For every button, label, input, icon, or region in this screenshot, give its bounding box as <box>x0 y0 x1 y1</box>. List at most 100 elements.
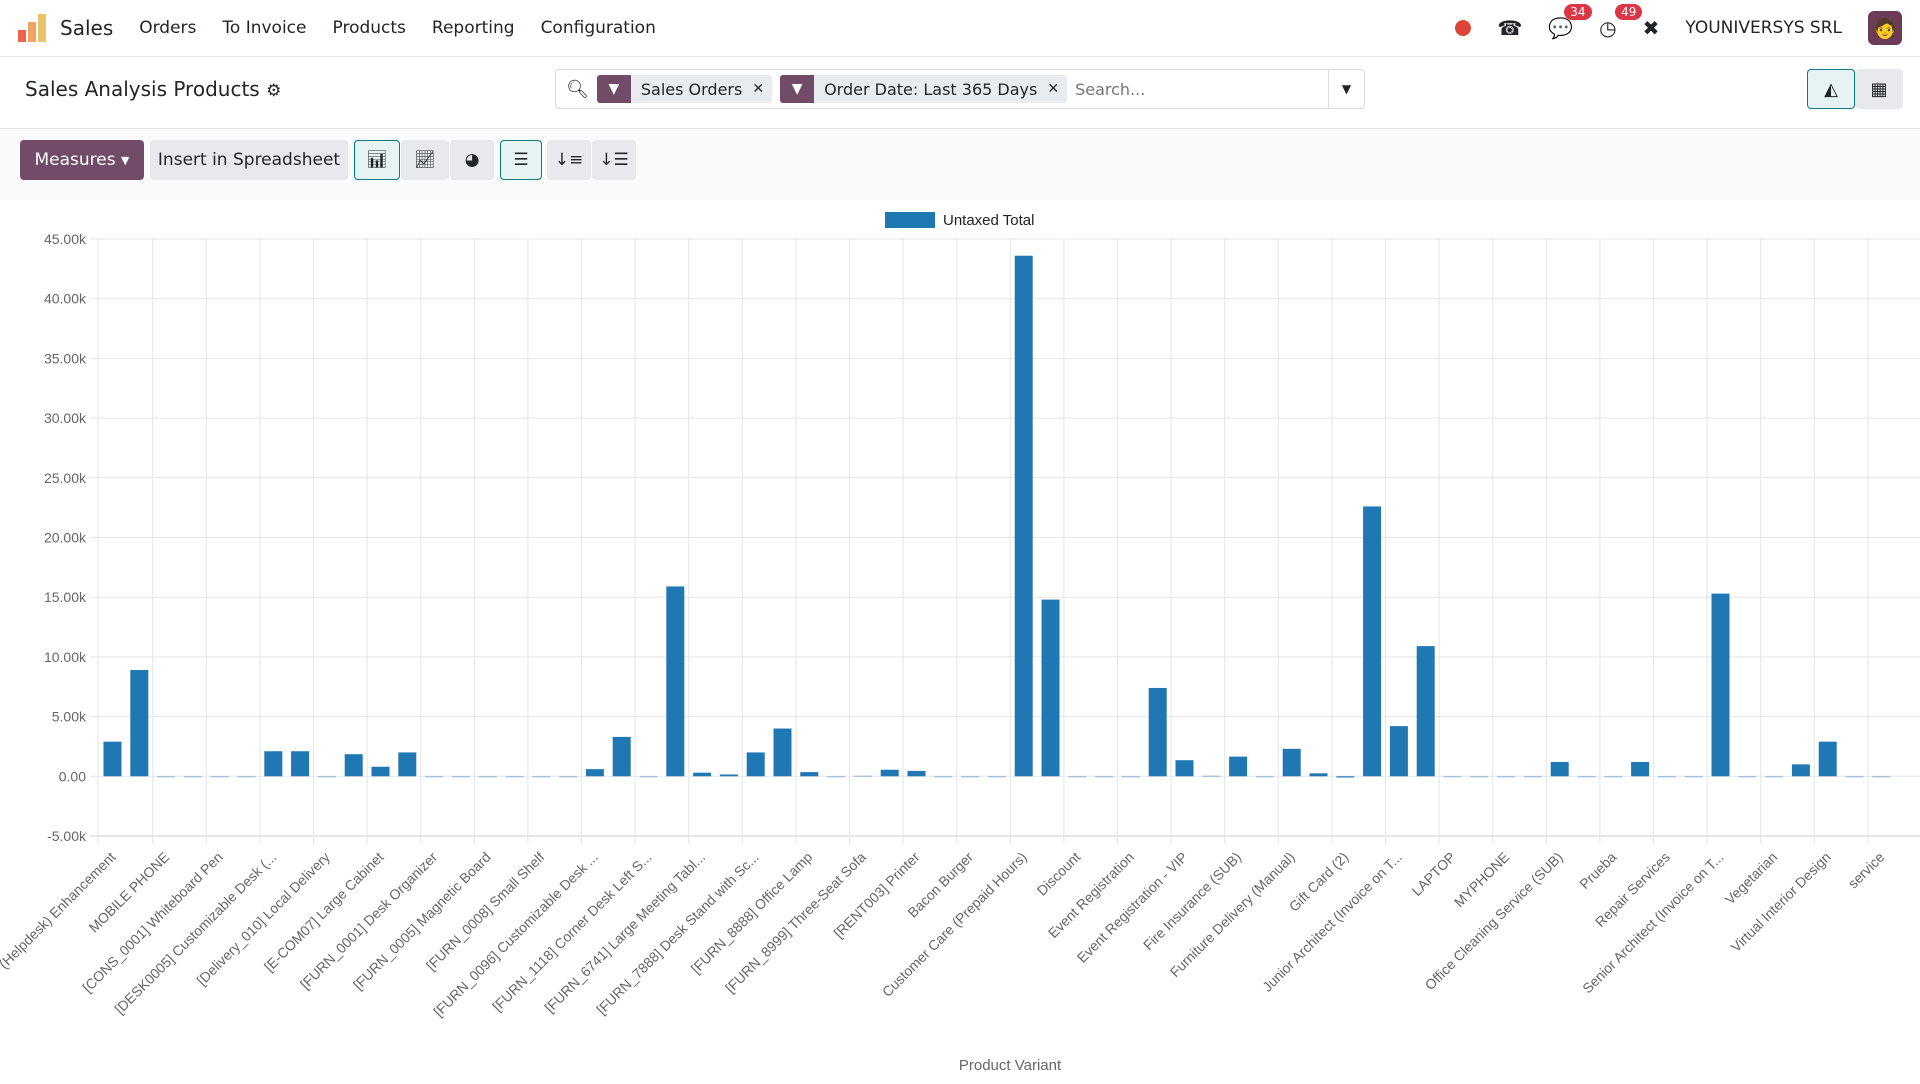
company-name[interactable]: YOUNIVERSYS SRL <box>1685 18 1842 38</box>
bar[interactable] <box>1148 687 1167 777</box>
bar[interactable] <box>1041 599 1060 777</box>
menu-configuration[interactable]: Configuration <box>541 18 656 38</box>
gear-icon[interactable]: ⚙ <box>266 81 281 101</box>
bar[interactable] <box>961 776 980 778</box>
bar[interactable] <box>1711 593 1730 777</box>
bar[interactable] <box>693 772 712 777</box>
pivot-view-button[interactable]: ▦ <box>1855 69 1903 109</box>
bar[interactable] <box>210 776 229 778</box>
bar[interactable] <box>800 772 819 777</box>
bar[interactable] <box>1229 756 1248 777</box>
bar[interactable] <box>1577 776 1596 778</box>
bar[interactable] <box>317 776 336 778</box>
menu-reporting[interactable]: Reporting <box>432 18 515 38</box>
graph-view-button[interactable]: ◭ <box>1807 69 1855 109</box>
bar[interactable] <box>291 751 310 777</box>
app-name[interactable]: Sales <box>60 16 113 40</box>
bar[interactable] <box>1175 760 1194 777</box>
messages-icon[interactable]: 💬 34 <box>1548 4 1592 40</box>
bar[interactable] <box>1523 776 1542 778</box>
bar[interactable] <box>237 776 256 778</box>
bar[interactable] <box>183 776 202 778</box>
bar[interactable] <box>425 776 444 778</box>
menu-orders[interactable]: Orders <box>139 18 196 38</box>
bar[interactable] <box>103 741 122 777</box>
bar[interactable] <box>1363 506 1382 777</box>
ascending-sort-button[interactable]: ↓☰ <box>592 140 636 180</box>
menu-products[interactable]: Products <box>333 18 406 38</box>
bar[interactable] <box>1684 776 1703 778</box>
bar[interactable] <box>1121 776 1140 778</box>
bar[interactable] <box>1068 776 1087 778</box>
phone-icon[interactable]: ☎ <box>1497 16 1522 40</box>
avatar[interactable]: 🧑 <box>1868 11 1902 45</box>
bar[interactable] <box>451 776 470 778</box>
bar[interactable] <box>934 776 953 778</box>
bar[interactable] <box>1550 761 1569 777</box>
bar[interactable] <box>157 776 176 778</box>
bar-chart-button[interactable]: 📊︎ <box>354 140 400 180</box>
bar[interactable] <box>344 754 363 777</box>
bar[interactable] <box>612 736 631 777</box>
bar[interactable] <box>987 776 1006 778</box>
bar[interactable] <box>1336 776 1355 778</box>
search-input[interactable] <box>1075 79 1328 99</box>
bar[interactable] <box>666 586 685 777</box>
bar[interactable] <box>1416 646 1435 777</box>
bar[interactable] <box>264 751 283 777</box>
bar[interactable] <box>532 776 551 778</box>
bar[interactable] <box>398 752 417 777</box>
bar[interactable] <box>1014 255 1033 777</box>
bar[interactable] <box>773 728 792 777</box>
measures-button[interactable]: Measures ▼ <box>20 140 144 180</box>
bar[interactable] <box>1282 748 1301 777</box>
close-icon[interactable]: ✕ <box>752 81 772 97</box>
bar[interactable] <box>1255 776 1274 778</box>
legend-swatch[interactable] <box>885 212 935 228</box>
bar[interactable] <box>880 769 899 777</box>
bar[interactable] <box>1872 776 1891 778</box>
bar[interactable] <box>505 776 524 778</box>
bar[interactable] <box>1309 773 1328 777</box>
bar[interactable] <box>1631 761 1650 777</box>
bar[interactable] <box>585 769 604 777</box>
bar[interactable] <box>1738 776 1757 778</box>
menu-to-invoice[interactable]: To Invoice <box>222 18 306 38</box>
insert-spreadsheet-button[interactable]: Insert in Spreadsheet <box>150 140 348 180</box>
y-tick-label: 45.00k <box>44 231 87 247</box>
close-icon[interactable]: ✕ <box>1047 81 1067 97</box>
bar[interactable] <box>1202 775 1221 777</box>
stacked-button[interactable]: ☰ <box>500 140 542 180</box>
activities-clock-icon[interactable]: ◷ 49 <box>1599 4 1643 40</box>
line-chart-button[interactable]: 📈︎ <box>401 140 449 180</box>
bar[interactable] <box>559 776 578 778</box>
bar[interactable] <box>746 752 765 777</box>
bar[interactable] <box>853 775 872 777</box>
sales-logo-icon[interactable] <box>18 14 46 42</box>
descending-sort-button[interactable]: ↓≡ <box>547 140 591 180</box>
bar[interactable] <box>719 774 738 777</box>
bar[interactable] <box>1818 741 1837 777</box>
bar[interactable] <box>1791 764 1810 777</box>
bar[interactable] <box>130 670 149 777</box>
bar[interactable] <box>1604 776 1623 778</box>
bar[interactable] <box>1095 776 1114 778</box>
bar[interactable] <box>1845 776 1864 778</box>
bar[interactable] <box>1765 776 1784 778</box>
bar[interactable] <box>1389 726 1408 777</box>
pie-chart-button[interactable]: ◕ <box>450 140 494 180</box>
bar[interactable] <box>478 776 497 778</box>
bar[interactable] <box>827 776 846 778</box>
bar[interactable] <box>639 776 658 778</box>
tools-icon[interactable]: ✖ <box>1643 16 1660 40</box>
legend-label[interactable]: Untaxed Total <box>943 212 1034 229</box>
search-icon[interactable]: 🔍︎ <box>566 79 589 100</box>
bar[interactable] <box>1443 776 1462 778</box>
bar[interactable] <box>371 766 390 777</box>
bar[interactable] <box>1657 776 1676 778</box>
recording-dot-icon[interactable] <box>1455 20 1472 36</box>
bar[interactable] <box>1470 776 1489 778</box>
search-options-toggle[interactable]: ▼ <box>1328 70 1364 108</box>
bar[interactable] <box>1497 776 1516 778</box>
bar[interactable] <box>907 770 926 777</box>
